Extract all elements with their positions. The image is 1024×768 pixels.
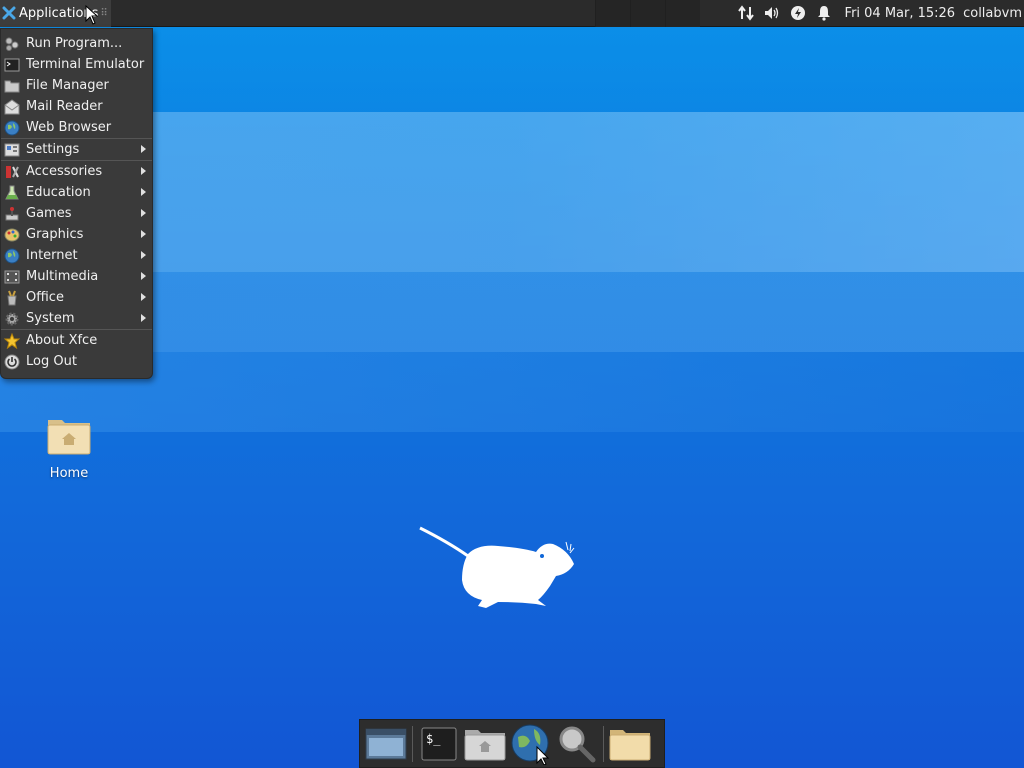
submenu-arrow-icon bbox=[141, 230, 146, 238]
dock-separator bbox=[603, 725, 604, 762]
dock-separator bbox=[412, 725, 413, 762]
web-browser-icon[interactable] bbox=[508, 721, 554, 767]
menu-item-multimedia[interactable]: Multimedia bbox=[1, 266, 152, 287]
menu-item-office[interactable]: Office bbox=[1, 287, 152, 308]
menu-item-label: Office bbox=[26, 290, 64, 305]
menu-item-games[interactable]: Games bbox=[1, 203, 152, 224]
menu-item-accessories[interactable]: Accessories bbox=[1, 161, 152, 182]
menu-item-label: File Manager bbox=[26, 78, 109, 93]
svg-text:$_: $_ bbox=[426, 732, 441, 746]
submenu-arrow-icon bbox=[141, 188, 146, 196]
workspace-3[interactable] bbox=[664, 0, 700, 27]
menu-item-education[interactable]: Education bbox=[1, 182, 152, 203]
panel-clock[interactable]: Fri 04 Mar, 15:26 bbox=[845, 6, 956, 21]
menu-item-web-browser[interactable]: Web Browser bbox=[1, 117, 152, 138]
system-gear-icon bbox=[4, 311, 20, 327]
submenu-arrow-icon bbox=[141, 145, 146, 153]
menu-item-label: Multimedia bbox=[26, 269, 99, 284]
power-icon[interactable] bbox=[785, 0, 811, 27]
menu-item-label: Mail Reader bbox=[26, 99, 103, 114]
menu-item-about-xfce[interactable]: About Xfce bbox=[1, 330, 152, 351]
applications-menu: Run Program... Terminal Emulator File Ma… bbox=[0, 28, 153, 379]
show-desktop-icon[interactable] bbox=[363, 721, 409, 767]
submenu-arrow-icon bbox=[141, 272, 146, 280]
menu-item-label: About Xfce bbox=[26, 333, 98, 348]
wallpaper-band bbox=[150, 272, 1024, 352]
menu-item-label: Accessories bbox=[26, 164, 103, 179]
panel-tray: Fri 04 Mar, 15:26 collabvm bbox=[733, 0, 1024, 27]
menu-item-settings[interactable]: Settings bbox=[1, 139, 152, 160]
menu-item-label: Web Browser bbox=[26, 120, 112, 135]
menu-item-label: Run Program... bbox=[26, 36, 123, 51]
menu-item-log-out[interactable]: Log Out bbox=[1, 351, 152, 372]
logout-icon bbox=[4, 354, 20, 370]
desktop-icon-label: Home bbox=[49, 466, 89, 481]
menu-item-label: Log Out bbox=[26, 354, 77, 369]
xfce-mouse-logo bbox=[419, 526, 575, 608]
terminal-icon bbox=[4, 57, 20, 73]
workspace-1[interactable] bbox=[594, 0, 630, 27]
settings-icon bbox=[4, 142, 20, 158]
menu-item-label: Terminal Emulator bbox=[26, 57, 145, 72]
search-icon[interactable] bbox=[554, 721, 600, 767]
menu-item-label: Settings bbox=[26, 142, 80, 157]
panel-handle[interactable]: ⠿ bbox=[100, 8, 107, 19]
xfce-logo-icon bbox=[2, 6, 16, 20]
menu-item-mail-reader[interactable]: Mail Reader bbox=[1, 96, 152, 117]
volume-icon[interactable] bbox=[759, 0, 785, 27]
folder-icon bbox=[4, 78, 20, 94]
games-icon bbox=[4, 206, 20, 222]
menu-item-label: Education bbox=[26, 185, 91, 200]
user-menu[interactable]: collabvm bbox=[963, 6, 1022, 21]
wallpaper-band bbox=[0, 112, 1024, 272]
desktop-home-icon[interactable]: Home bbox=[33, 416, 105, 481]
submenu-arrow-icon bbox=[141, 209, 146, 217]
menu-item-system[interactable]: System bbox=[1, 308, 152, 329]
notification-bell-icon[interactable] bbox=[811, 0, 837, 27]
menu-item-label: Graphics bbox=[26, 227, 84, 242]
run-program-icon bbox=[4, 36, 20, 52]
menu-item-graphics[interactable]: Graphics bbox=[1, 224, 152, 245]
top-panel: Applications ⠿ Fri 04 Mar, 15:26 collabv… bbox=[0, 0, 1024, 27]
mouse-cursor-icon bbox=[85, 5, 99, 25]
home-folder-icon[interactable] bbox=[462, 721, 508, 767]
network-transfer-icon[interactable] bbox=[733, 0, 759, 27]
wallpaper-band bbox=[0, 352, 1024, 432]
submenu-arrow-icon bbox=[141, 251, 146, 259]
star-icon bbox=[4, 332, 20, 349]
folder-icon[interactable] bbox=[607, 721, 653, 767]
home-folder-icon bbox=[47, 420, 91, 455]
menu-item-run-program[interactable]: Run Program... bbox=[1, 33, 152, 54]
mail-icon bbox=[4, 98, 20, 115]
internet-icon bbox=[4, 248, 20, 264]
multimedia-icon bbox=[4, 269, 20, 285]
submenu-arrow-icon bbox=[141, 314, 146, 322]
submenu-arrow-icon bbox=[141, 167, 146, 175]
terminal-icon[interactable]: $_ bbox=[416, 721, 462, 767]
graphics-icon bbox=[4, 227, 20, 243]
bottom-dock: $_ bbox=[359, 719, 665, 768]
office-icon bbox=[4, 290, 20, 306]
menu-item-label: Games bbox=[26, 206, 72, 221]
menu-item-terminal-emulator[interactable]: Terminal Emulator bbox=[1, 54, 152, 75]
desktop-background bbox=[0, 0, 1024, 768]
menu-item-label: Internet bbox=[26, 248, 78, 263]
submenu-arrow-icon bbox=[141, 293, 146, 301]
menu-item-file-manager[interactable]: File Manager bbox=[1, 75, 152, 96]
globe-icon bbox=[4, 120, 20, 136]
accessories-icon bbox=[4, 164, 20, 180]
menu-item-internet[interactable]: Internet bbox=[1, 245, 152, 266]
education-icon bbox=[4, 185, 20, 201]
workspace-2[interactable] bbox=[629, 0, 665, 27]
menu-item-label: System bbox=[26, 311, 75, 326]
